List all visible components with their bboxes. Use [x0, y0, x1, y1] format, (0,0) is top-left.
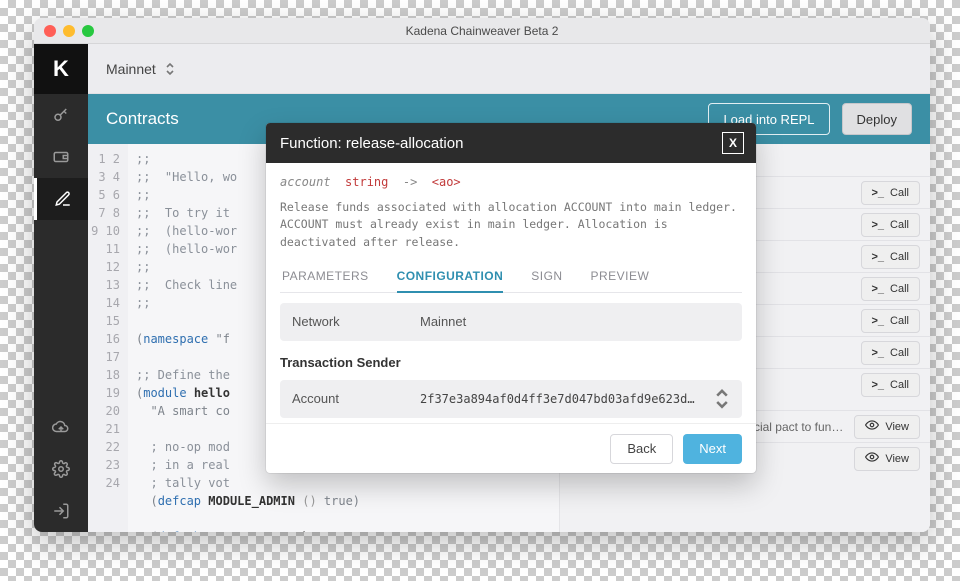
chevron-right-icon: >_	[872, 315, 885, 327]
tab-parameters[interactable]: PARAMETERS	[282, 269, 369, 292]
stepper-icon[interactable]	[164, 61, 176, 77]
chevron-right-icon: >_	[872, 251, 885, 263]
eye-icon	[865, 450, 879, 467]
next-button[interactable]: Next	[683, 434, 742, 464]
tx-sender-title: Transaction Sender	[280, 351, 742, 370]
call-button[interactable]: >_ Call	[861, 181, 921, 205]
contracts-tab-icon[interactable]	[34, 178, 88, 220]
sidebar: K	[34, 44, 88, 532]
cloud-icon[interactable]	[34, 406, 88, 448]
chevron-right-icon: >_	[872, 283, 885, 295]
close-button[interactable]: X	[722, 132, 744, 154]
call-label: Call	[890, 283, 909, 295]
stepper-icon[interactable]	[714, 389, 730, 409]
close-dot[interactable]	[44, 25, 56, 37]
minimize-dot[interactable]	[63, 25, 75, 37]
modal-description: Release funds associated with allocation…	[280, 199, 742, 251]
network-row: Network Mainnet	[280, 303, 742, 341]
view-label: View	[885, 453, 909, 465]
sig-type: string	[345, 175, 388, 189]
wallet-tab-icon[interactable]	[34, 136, 88, 178]
chevron-right-icon: >_	[872, 187, 885, 199]
view-button[interactable]: View	[854, 415, 920, 439]
function-modal: Function: release-allocation X account s…	[266, 123, 756, 473]
page-title: Contracts	[106, 109, 179, 129]
modal-tabs: PARAMETERS CONFIGURATION SIGN PREVIEW	[280, 261, 742, 293]
sig-return: <ao>	[432, 175, 461, 189]
chevron-right-icon: >_	[872, 347, 885, 359]
gear-icon[interactable]	[34, 448, 88, 490]
network-bar: Mainnet	[88, 44, 930, 94]
zoom-dot[interactable]	[82, 25, 94, 37]
call-button[interactable]: >_ Call	[861, 277, 921, 301]
modal-body: account string -> <ao> Release funds ass…	[266, 163, 756, 423]
call-button[interactable]: >_ Call	[861, 245, 921, 269]
call-label: Call	[890, 187, 909, 199]
call-label: Call	[890, 251, 909, 263]
sig-arrow: ->	[403, 175, 417, 189]
function-signature: account string -> <ao>	[280, 175, 742, 189]
network-label: Network	[292, 314, 402, 329]
modal-footer: Back Next	[266, 423, 756, 473]
modal-header: Function: release-allocation X	[266, 123, 756, 163]
call-button[interactable]: >_ Call	[861, 341, 921, 365]
call-label: Call	[890, 379, 909, 391]
app-window: Kadena Chainweaver Beta 2 K	[34, 18, 930, 532]
chevron-right-icon: >_	[872, 219, 885, 231]
logo: K	[34, 44, 88, 94]
back-button[interactable]: Back	[610, 434, 673, 464]
deploy-button[interactable]: Deploy	[842, 103, 912, 135]
tab-sign[interactable]: SIGN	[531, 269, 562, 292]
call-label: Call	[890, 315, 909, 327]
call-button[interactable]: >_ Call	[861, 373, 921, 397]
tab-configuration[interactable]: CONFIGURATION	[397, 269, 504, 293]
titlebar: Kadena Chainweaver Beta 2	[34, 18, 930, 44]
account-value: 2f37e3a894af0d4ff3e7d047bd03afd9e623de46…	[420, 392, 696, 406]
line-gutter: 1 2 3 4 5 6 7 8 9 10 11 12 13 14 15 16 1…	[88, 144, 128, 532]
tab-preview[interactable]: PREVIEW	[591, 269, 650, 292]
eye-icon	[865, 418, 879, 435]
call-label: Call	[890, 219, 909, 231]
sig-param: account	[280, 175, 331, 189]
keys-tab-icon[interactable]	[34, 94, 88, 136]
account-row[interactable]: Account 2f37e3a894af0d4ff3e7d047bd03afd9…	[280, 380, 742, 418]
logout-icon[interactable]	[34, 490, 88, 532]
call-button[interactable]: >_ Call	[861, 213, 921, 237]
chevron-right-icon: >_	[872, 379, 885, 391]
call-label: Call	[890, 347, 909, 359]
call-button[interactable]: >_ Call	[861, 309, 921, 333]
network-value: Mainnet	[420, 314, 466, 329]
window-title: Kadena Chainweaver Beta 2	[34, 24, 930, 38]
window-controls	[44, 25, 94, 37]
view-label: View	[885, 421, 909, 433]
view-button[interactable]: View	[854, 447, 920, 471]
modal-title: Function: release-allocation	[280, 135, 463, 152]
account-label: Account	[292, 391, 402, 406]
network-selector-label[interactable]: Mainnet	[106, 61, 156, 77]
